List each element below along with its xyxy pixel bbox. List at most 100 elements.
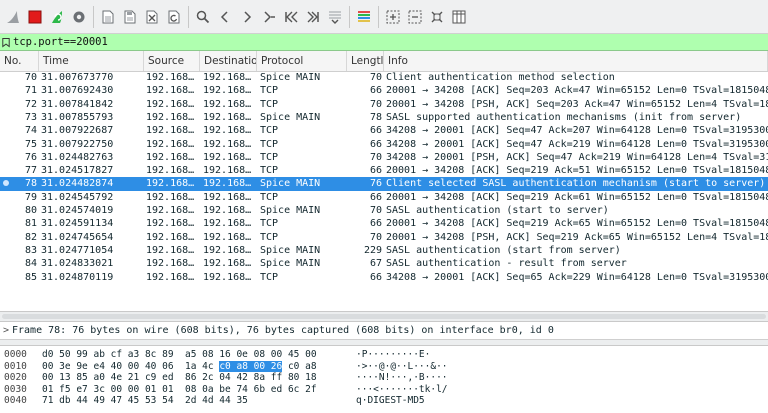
zoom-out-icon[interactable] — [404, 6, 426, 28]
packet-info: SASL supported authentication mechanisms… — [386, 111, 742, 123]
bytes-row[interactable]: 0000 d0 50 99 ab cf a3 8c 89 a5 08 16 0e … — [0, 349, 768, 361]
bytes-hex-highlight: c0 a8 00 26 — [219, 360, 283, 372]
packet-len: 229 — [363, 244, 382, 256]
packet-row[interactable]: 83 31.024771054 192.168… 192.168… Spice MAIN… — [0, 244, 768, 257]
column-header-2[interactable]: Source — [144, 51, 200, 71]
packet-time: 31.024574019 — [41, 205, 114, 216]
options-gear-icon[interactable] — [68, 6, 90, 28]
packet-row[interactable]: 79 31.024545792 192.168… 192.168… TCP 66 20001… — [0, 191, 768, 204]
packet-row[interactable]: 71 31.007692430 192.168… 192.168… TCP 66 20001… — [0, 84, 768, 97]
go-to-packet-icon[interactable] — [258, 6, 280, 28]
forward-icon[interactable] — [236, 6, 258, 28]
bytes-row[interactable]: 0040 71 db 44 49 47 45 53 54 2d 4d 44 35 q… — [0, 395, 768, 407]
packet-row[interactable]: 81 31.024591134 192.168… 192.168… TCP 66 20001… — [0, 217, 768, 230]
column-header-5[interactable]: Lengtl — [347, 51, 384, 71]
pane-splitter[interactable] — [0, 311, 768, 322]
packet-info: 20001 → 34208 [ACK] Seq=219 Ack=65 Win=6… — [386, 218, 768, 230]
last-packet-icon[interactable] — [302, 6, 324, 28]
bytes-offset: 0000 — [4, 349, 27, 360]
packet-row[interactable]: 76 31.024482763 192.168… 192.168… TCP 70 34208… — [0, 151, 768, 164]
packet-dst: 192.168… — [203, 271, 252, 283]
packet-proto: TCP — [260, 165, 279, 177]
packet-row[interactable]: 78 31.024482874 192.168… 192.168… Spice MAIN… — [0, 177, 768, 191]
bytes-row[interactable]: 0010 00 3e 9e e4 40 00 40 06 1a 4c c0 a8 … — [0, 360, 768, 373]
packet-row[interactable]: 72 31.007841842 192.168… 192.168… TCP 70 20001… — [0, 98, 768, 111]
packet-row[interactable]: 82 31.024745654 192.168… 192.168… TCP 70 20001… — [0, 231, 768, 244]
close-file-icon[interactable] — [141, 6, 163, 28]
packet-info: 34208 → 20001 [PSH, ACK] Seq=47 Ack=219 … — [386, 151, 768, 163]
resize-columns-icon[interactable] — [448, 6, 470, 28]
expand-arrow-icon[interactable]: > — [0, 322, 12, 339]
packet-time: 31.007855793 — [41, 111, 114, 123]
packet-no: 80 — [24, 205, 37, 216]
packet-info: 20001 → 34208 [PSH, ACK] Seq=203 Ack=47 … — [386, 98, 768, 110]
bytes-offset: 0030 — [4, 383, 27, 395]
packet-src: 192.168… — [146, 218, 195, 230]
packet-row[interactable]: 70 31.007673770 192.168… 192.168… Spice MAIN… — [0, 71, 768, 84]
find-icon[interactable] — [192, 6, 214, 28]
toolbar-separator — [349, 5, 350, 28]
display-filter-input[interactable] — [12, 34, 768, 50]
packet-proto: Spice MAIN — [260, 205, 321, 216]
packet-proto: TCP — [260, 231, 279, 243]
packet-proto: TCP — [260, 138, 279, 150]
packet-no: 78 — [24, 178, 37, 190]
packet-dst: 192.168… — [203, 165, 252, 177]
column-header-0[interactable]: No. — [0, 51, 39, 71]
bytes-hex: 71 db 44 49 47 45 53 54 2d 4d 44 35 — [42, 395, 248, 407]
packet-row[interactable]: 73 31.007855793 192.168… 192.168… Spice MAIN… — [0, 111, 768, 124]
bytes-hex-part: 00 13 85 a0 4e 21 c9 ed 86 2c 04 42 8a f… — [42, 372, 317, 383]
packet-proto: Spice MAIN — [260, 258, 321, 270]
first-packet-icon[interactable] — [280, 6, 302, 28]
shark-fin-icon[interactable] — [2, 6, 24, 28]
zoom-in-icon[interactable] — [382, 6, 404, 28]
autoscroll-icon[interactable] — [324, 6, 346, 28]
horizontal-scrollbar[interactable] — [2, 314, 766, 319]
column-header-3[interactable]: Destination — [200, 51, 257, 71]
packet-row[interactable]: 75 31.007922750 192.168… 192.168… TCP 66 34208… — [0, 138, 768, 151]
packet-src: 192.168… — [146, 165, 195, 177]
back-icon[interactable] — [214, 6, 236, 28]
bytes-ascii: ·>··@·@··L···&·· — [356, 360, 448, 372]
bookmark-icon[interactable] — [0, 35, 12, 49]
packet-details-pane: > Frame 78: 76 bytes on wire (608 bits), … — [0, 322, 768, 340]
packet-len: 66 — [369, 165, 382, 177]
bytes-hex: 00 3e 9e e4 40 00 40 06 1a 4c c0 a8 00 2… — [42, 360, 317, 373]
bytes-hex: 00 13 85 a0 4e 21 c9 ed 86 2c 04 42 8a f… — [42, 372, 317, 384]
packet-row[interactable]: 80 31.024574019 192.168… 192.168… Spice MAIN… — [0, 204, 768, 217]
packet-time: 31.024870119 — [41, 271, 114, 283]
packet-src: 192.168… — [146, 98, 195, 110]
bytes-row[interactable]: 0030 01 f5 e7 3c 00 00 01 01 08 0a be 74 … — [0, 384, 768, 396]
save-file-icon[interactable] — [119, 6, 141, 28]
packet-proto: Spice MAIN — [260, 244, 321, 256]
packet-no: 73 — [24, 111, 37, 123]
packet-row[interactable]: 84 31.024833021 192.168… 192.168… Spice MAIN… — [0, 257, 768, 270]
packet-row[interactable]: 77 31.024517827 192.168… 192.168… TCP 66 20001… — [0, 164, 768, 177]
column-header-1[interactable]: Time — [39, 51, 144, 71]
packet-src: 192.168… — [146, 72, 195, 83]
packet-len: 76 — [369, 178, 382, 190]
packet-row[interactable]: 74 31.007922687 192.168… 192.168… TCP 66 34208… — [0, 124, 768, 137]
packet-time: 31.024517827 — [41, 165, 114, 177]
bytes-hex-part: 71 db 44 49 47 45 53 54 2d 4d 44 35 — [42, 395, 248, 406]
packet-no: 75 — [24, 138, 37, 150]
normal-size-icon[interactable] — [426, 6, 448, 28]
restart-icon[interactable] — [46, 6, 68, 28]
packet-len: 66 — [369, 125, 382, 137]
packet-len: 70 — [369, 231, 382, 243]
toolbar-separator — [188, 5, 189, 28]
open-file-icon[interactable] — [97, 6, 119, 28]
packet-bytes-pane: 0000 d0 50 99 ab cf a3 8c 89 a5 08 16 0e … — [0, 346, 768, 413]
frame-summary-item[interactable]: Frame 78: 76 bytes on wire (608 bits), 7… — [12, 325, 554, 336]
bytes-row[interactable]: 0020 00 13 85 a0 4e 21 c9 ed 86 2c 04 42 … — [0, 372, 768, 384]
packet-src: 192.168… — [146, 244, 195, 256]
display-filter-bar — [0, 34, 768, 51]
colorize-icon[interactable] — [353, 6, 375, 28]
column-header-6[interactable]: Info — [384, 51, 768, 71]
column-header-4[interactable]: Protocol — [257, 51, 347, 71]
packet-no: 71 — [24, 85, 37, 97]
stop-icon[interactable] — [24, 6, 46, 28]
packet-row[interactable]: 85 31.024870119 192.168… 192.168… TCP 66 34208… — [0, 271, 768, 284]
packet-dst: 192.168… — [203, 72, 252, 83]
reload-icon[interactable] — [163, 6, 185, 28]
